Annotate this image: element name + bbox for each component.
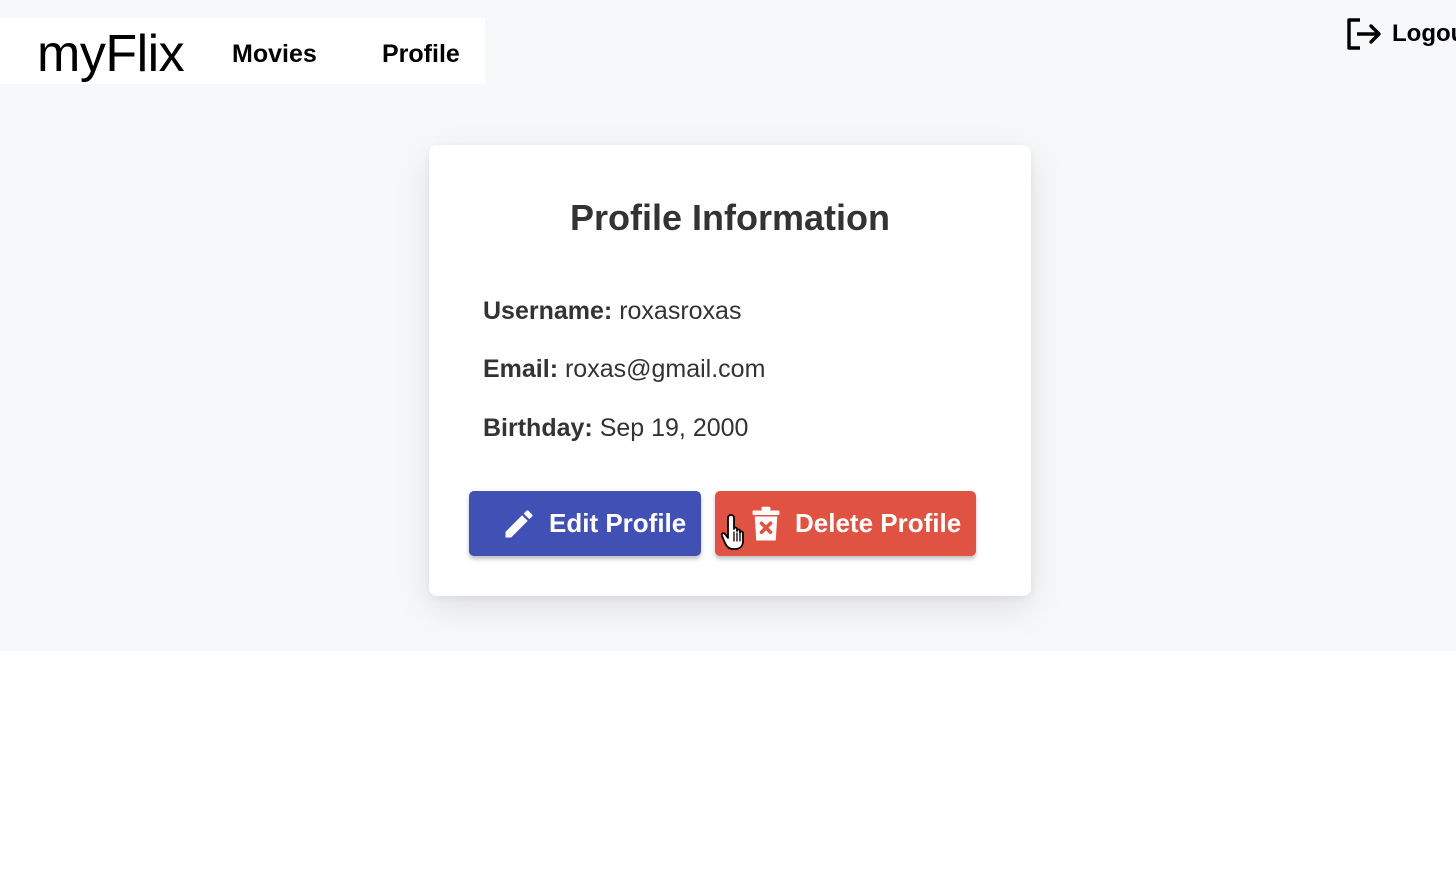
logout-icon xyxy=(1347,18,1381,50)
email-row: Email: roxas@gmail.com xyxy=(483,355,765,384)
logout-button[interactable]: Logout xyxy=(1344,15,1456,53)
email-label: Email: xyxy=(483,355,559,383)
nav-link-profile[interactable]: Profile xyxy=(382,40,460,69)
nav-link-movies[interactable]: Movies xyxy=(232,40,317,69)
profile-card: Profile Information Username: roxasroxas… xyxy=(429,145,1031,596)
email-value: roxas@gmail.com xyxy=(564,355,766,383)
profile-title: Profile Information xyxy=(569,197,890,238)
username-label: Username: xyxy=(483,297,613,325)
logout-label: Logout xyxy=(1392,20,1456,47)
navbar: myFlix Movies Profile xyxy=(0,18,485,84)
delete-profile-label: Delete Profile xyxy=(795,508,962,538)
birthday-label: Birthday: xyxy=(483,414,593,442)
delete-profile-button[interactable]: Delete Profile xyxy=(715,491,976,556)
birthday-row: Birthday: Sep 19, 2000 xyxy=(483,414,748,443)
brand-logo[interactable]: myFlix xyxy=(37,28,185,80)
username-row: Username: roxasroxas xyxy=(483,297,741,326)
pencil-icon xyxy=(505,509,533,537)
edit-profile-button[interactable]: Edit Profile xyxy=(469,491,701,556)
trash-x-icon xyxy=(752,506,780,540)
username-value: roxasroxas xyxy=(619,297,742,325)
birthday-value: Sep 19, 2000 xyxy=(599,414,749,442)
edit-profile-label: Edit Profile xyxy=(549,508,687,538)
